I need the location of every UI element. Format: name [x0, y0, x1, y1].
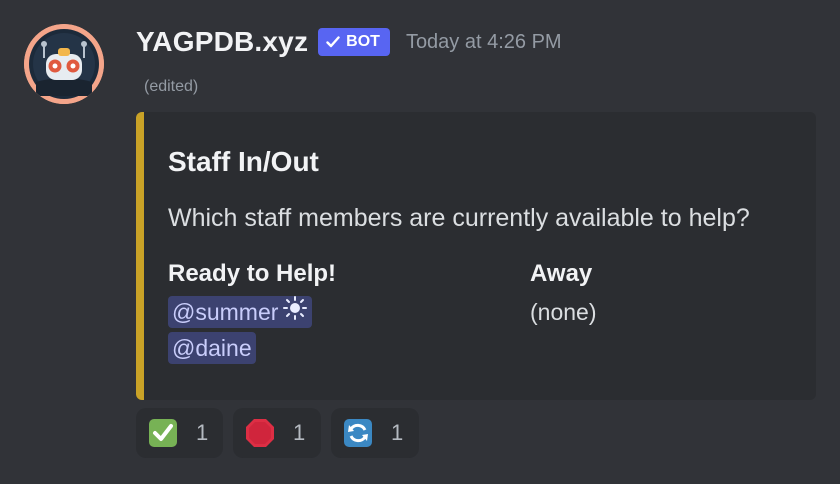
chat-message: YAGPDB.xyz BOT Today at 4:26 PM (edited)… — [0, 0, 840, 484]
arrows-counterclockwise-icon — [343, 418, 373, 448]
message-header: YAGPDB.xyz BOT Today at 4:26 PM — [136, 20, 562, 64]
embed-field-value: (none) — [530, 299, 597, 325]
sun-icon — [282, 295, 308, 329]
bot-tag-label: BOT — [346, 33, 380, 50]
embed-field-name: Away — [530, 260, 593, 287]
reaction-stop[interactable]: 1 — [233, 408, 321, 458]
message-timestamp: Today at 4:26 PM — [405, 30, 562, 53]
reaction-count: 1 — [196, 420, 209, 445]
embed-accent-bar — [136, 112, 144, 400]
edited-indicator: (edited) — [144, 78, 199, 95]
verified-check-icon — [326, 36, 340, 48]
reaction-refresh[interactable]: 1 — [331, 408, 419, 458]
embed-field-name: Ready to Help! — [168, 260, 337, 287]
embed-field-away: Away (none) — [530, 256, 596, 328]
user-mention-daine[interactable]: @daine — [168, 332, 256, 364]
stop-sign-icon — [245, 418, 275, 448]
robot-avatar-icon — [24, 24, 104, 104]
reaction-count: 1 — [391, 420, 404, 445]
white-check-mark-icon — [148, 418, 178, 448]
user-mention-summer[interactable]: @summer — [168, 295, 313, 329]
embed-title: Staff In/Out — [168, 146, 319, 177]
reactions-bar: 1 1 1 — [136, 408, 419, 458]
reaction-check[interactable]: 1 — [136, 408, 223, 458]
reaction-count: 1 — [293, 420, 306, 445]
message-embed: Staff In/Out Which staff members are cur… — [136, 112, 816, 400]
bot-avatar[interactable] — [24, 24, 104, 104]
embed-description: Which staff members are currently availa… — [168, 204, 750, 232]
author-username[interactable]: YAGPDB.xyz — [136, 26, 308, 58]
bot-tag: BOT — [318, 28, 390, 56]
embed-field-ready: Ready to Help! @summer @daine — [168, 256, 336, 364]
